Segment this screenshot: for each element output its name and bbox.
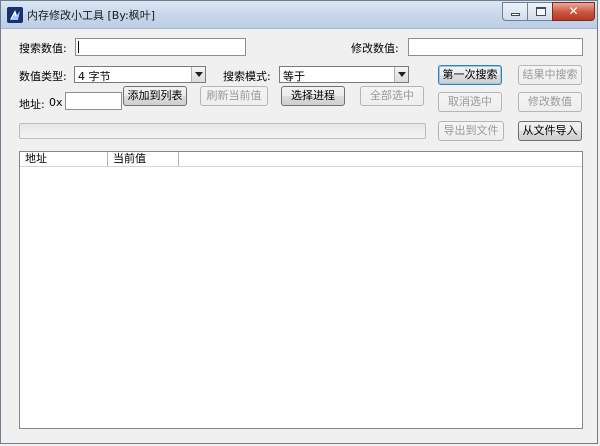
modify-value-button[interactable]: 修改数值 [518, 92, 582, 112]
column-header-address[interactable]: 地址 [20, 152, 108, 166]
results-list[interactable]: 地址 当前值 [19, 151, 583, 429]
value-type-select[interactable]: 4 字节 [74, 66, 206, 83]
select-all-button[interactable]: 全部选中 [360, 86, 424, 106]
first-search-button[interactable]: 第一次搜索 [438, 65, 502, 85]
add-to-list-button[interactable]: 添加到列表 [123, 86, 187, 106]
import-from-file-button[interactable]: 从文件导入 [518, 121, 582, 141]
value-type-selected: 4 字节 [78, 70, 111, 83]
search-in-results-button[interactable]: 结果中搜索 [518, 65, 582, 85]
search-mode-selected: 等于 [283, 70, 305, 83]
modify-value-label: 修改数值: [351, 42, 399, 55]
address-label: 地址: [19, 98, 45, 111]
list-header: 地址 当前值 [20, 152, 582, 167]
maximize-button[interactable] [527, 2, 553, 21]
modify-value-input[interactable] [408, 38, 583, 56]
address-input[interactable] [65, 92, 122, 110]
window-title: 内存修改小工具 [By:枫叶] [27, 9, 156, 22]
text-caret [78, 41, 79, 53]
title-bar[interactable]: 内存修改小工具 [By:枫叶] ✕ [1, 1, 597, 29]
refresh-current-button[interactable]: 刷新当前值 [200, 86, 268, 106]
address-prefix: 0x [49, 96, 63, 109]
close-button[interactable]: ✕ [552, 2, 595, 21]
search-value-label: 搜索数值: [19, 42, 67, 55]
chevron-down-icon[interactable] [191, 67, 205, 82]
app-icon [7, 7, 23, 23]
minimize-button[interactable] [502, 2, 528, 21]
value-type-label: 数值类型: [19, 70, 67, 83]
cancel-selection-button[interactable]: 取消选中 [438, 92, 502, 112]
column-header-current-value[interactable]: 当前值 [108, 152, 179, 166]
chevron-down-icon[interactable] [394, 67, 408, 82]
main-window: 内存修改小工具 [By:枫叶] ✕ 搜索数值: 修改数值: 数值类型: 4 字节… [0, 0, 598, 444]
search-mode-select[interactable]: 等于 [279, 66, 409, 83]
select-process-button[interactable]: 选择进程 [281, 86, 345, 106]
search-mode-label: 搜索模式: [223, 70, 271, 83]
maximize-icon [536, 7, 546, 16]
close-icon: ✕ [568, 4, 579, 18]
export-to-file-button[interactable]: 导出到文件 [438, 121, 504, 141]
minimize-icon [511, 13, 520, 16]
search-value-input[interactable] [75, 38, 246, 56]
search-progress-bar [19, 123, 426, 139]
